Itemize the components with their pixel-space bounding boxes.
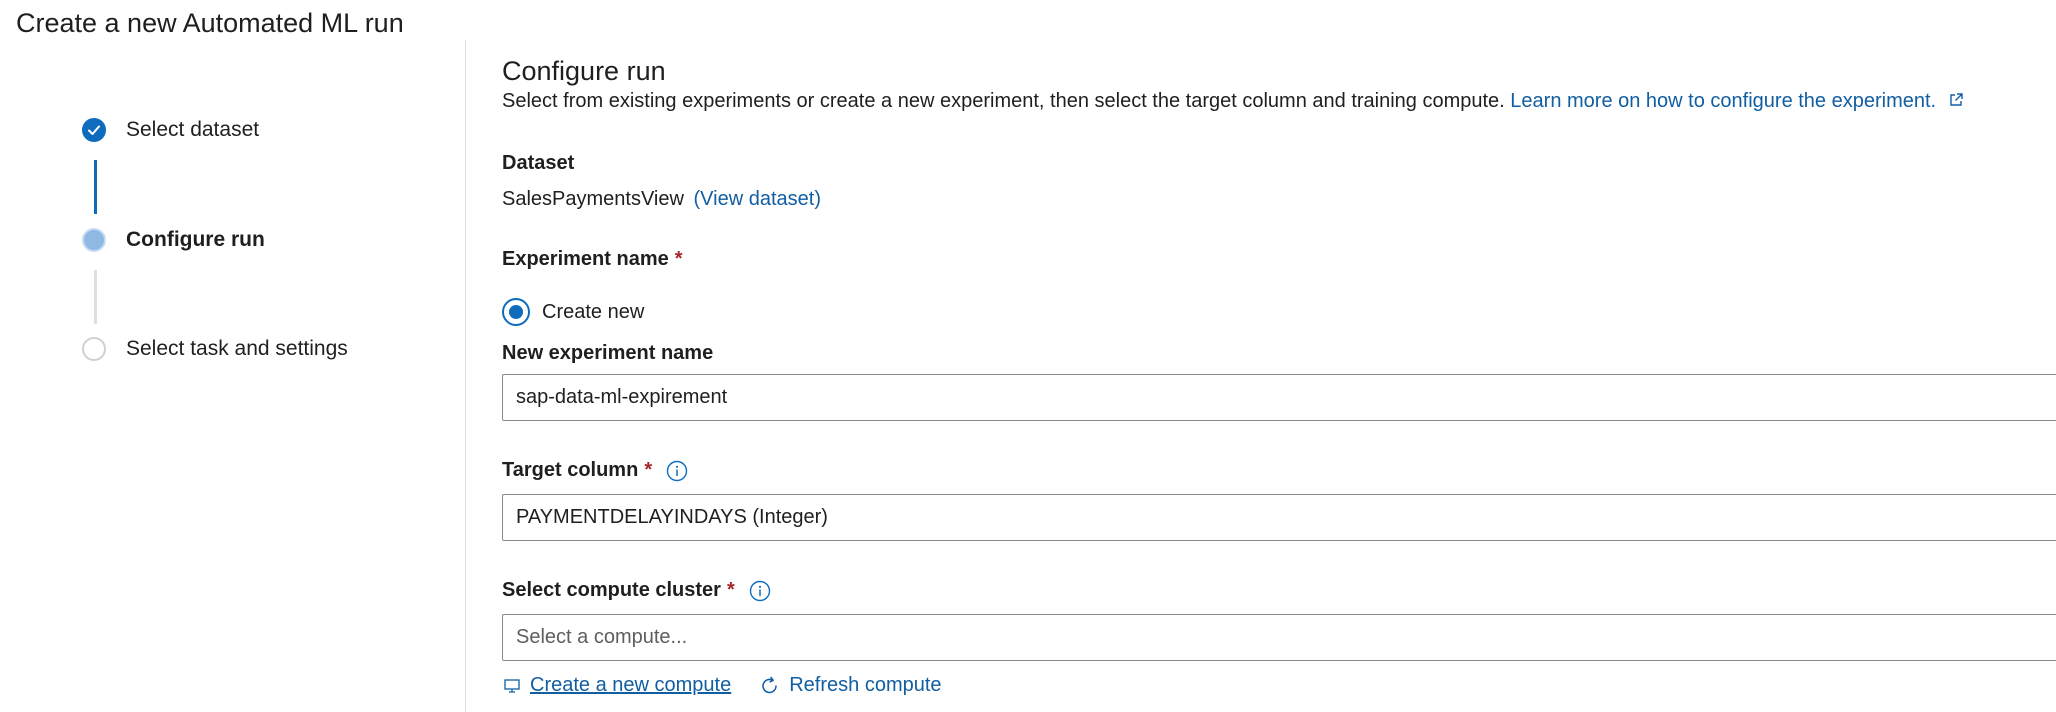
experiment-name-label-text: Experiment name <box>502 248 669 270</box>
step-current-icon <box>82 228 106 252</box>
step-connector <box>94 270 97 324</box>
view-dataset-link[interactable]: (View dataset) <box>694 188 821 210</box>
compute-cluster-select[interactable]: Select a compute... <box>502 614 2056 661</box>
step-complete-check-icon <box>82 118 106 142</box>
compute-icon <box>504 678 520 693</box>
step-label: Select dataset <box>126 118 260 141</box>
create-new-radio-option[interactable]: Create new <box>502 298 644 326</box>
required-indicator: * <box>644 459 653 481</box>
panel-divider <box>465 40 466 712</box>
target-column-label: Target column * <box>502 459 688 482</box>
target-column-label-text: Target column <box>502 459 639 481</box>
info-icon[interactable] <box>749 580 771 602</box>
dataset-value-row: SalesPaymentsView (View dataset) <box>502 188 821 211</box>
learn-more-link[interactable]: Learn more on how to configure the exper… <box>1510 90 1936 112</box>
step-label: Select task and settings <box>126 337 348 360</box>
step-connector <box>94 160 97 214</box>
compute-cluster-label-text: Select compute cluster <box>502 579 721 601</box>
refresh-icon <box>762 676 777 693</box>
info-icon[interactable] <box>666 460 688 482</box>
create-new-label: Create new <box>542 300 645 323</box>
compute-actions: Create a new compute Refresh compute <box>504 674 942 697</box>
required-indicator: * <box>726 579 735 601</box>
dataset-name: SalesPaymentsView <box>502 188 684 210</box>
create-compute-link[interactable]: Create a new compute <box>504 674 731 697</box>
external-link-icon <box>1949 93 1963 106</box>
experiment-name-label: Experiment name * <box>502 248 683 271</box>
compute-cluster-label: Select compute cluster * <box>502 579 771 602</box>
step-configure-run[interactable]: Configure run <box>82 228 265 252</box>
step-select-dataset[interactable]: Select dataset <box>82 118 259 142</box>
refresh-compute-button[interactable]: Refresh compute <box>759 674 942 697</box>
radio-selected-icon[interactable] <box>502 298 530 326</box>
description-text: Select from existing experiments or crea… <box>502 90 1505 112</box>
refresh-compute-text[interactable]: Refresh compute <box>789 674 941 697</box>
dataset-label: Dataset <box>502 152 575 174</box>
create-compute-link-text[interactable]: Create a new compute <box>530 674 731 697</box>
step-label: Configure run <box>126 228 265 251</box>
section-description: Select from existing experiments or crea… <box>502 90 1964 113</box>
step-select-task-settings[interactable]: Select task and settings <box>82 337 348 361</box>
target-column-select[interactable]: PAYMENTDELAYINDAYS (Integer) <box>502 494 2056 541</box>
step-pending-icon <box>82 337 106 361</box>
new-experiment-name-input[interactable]: sap-data-ml-expirement <box>502 374 2056 421</box>
section-title: Configure run <box>502 56 666 86</box>
required-indicator: * <box>674 248 683 270</box>
page-title: Create a new Automated ML run <box>16 8 404 38</box>
new-experiment-name-label: New experiment name <box>502 342 714 364</box>
